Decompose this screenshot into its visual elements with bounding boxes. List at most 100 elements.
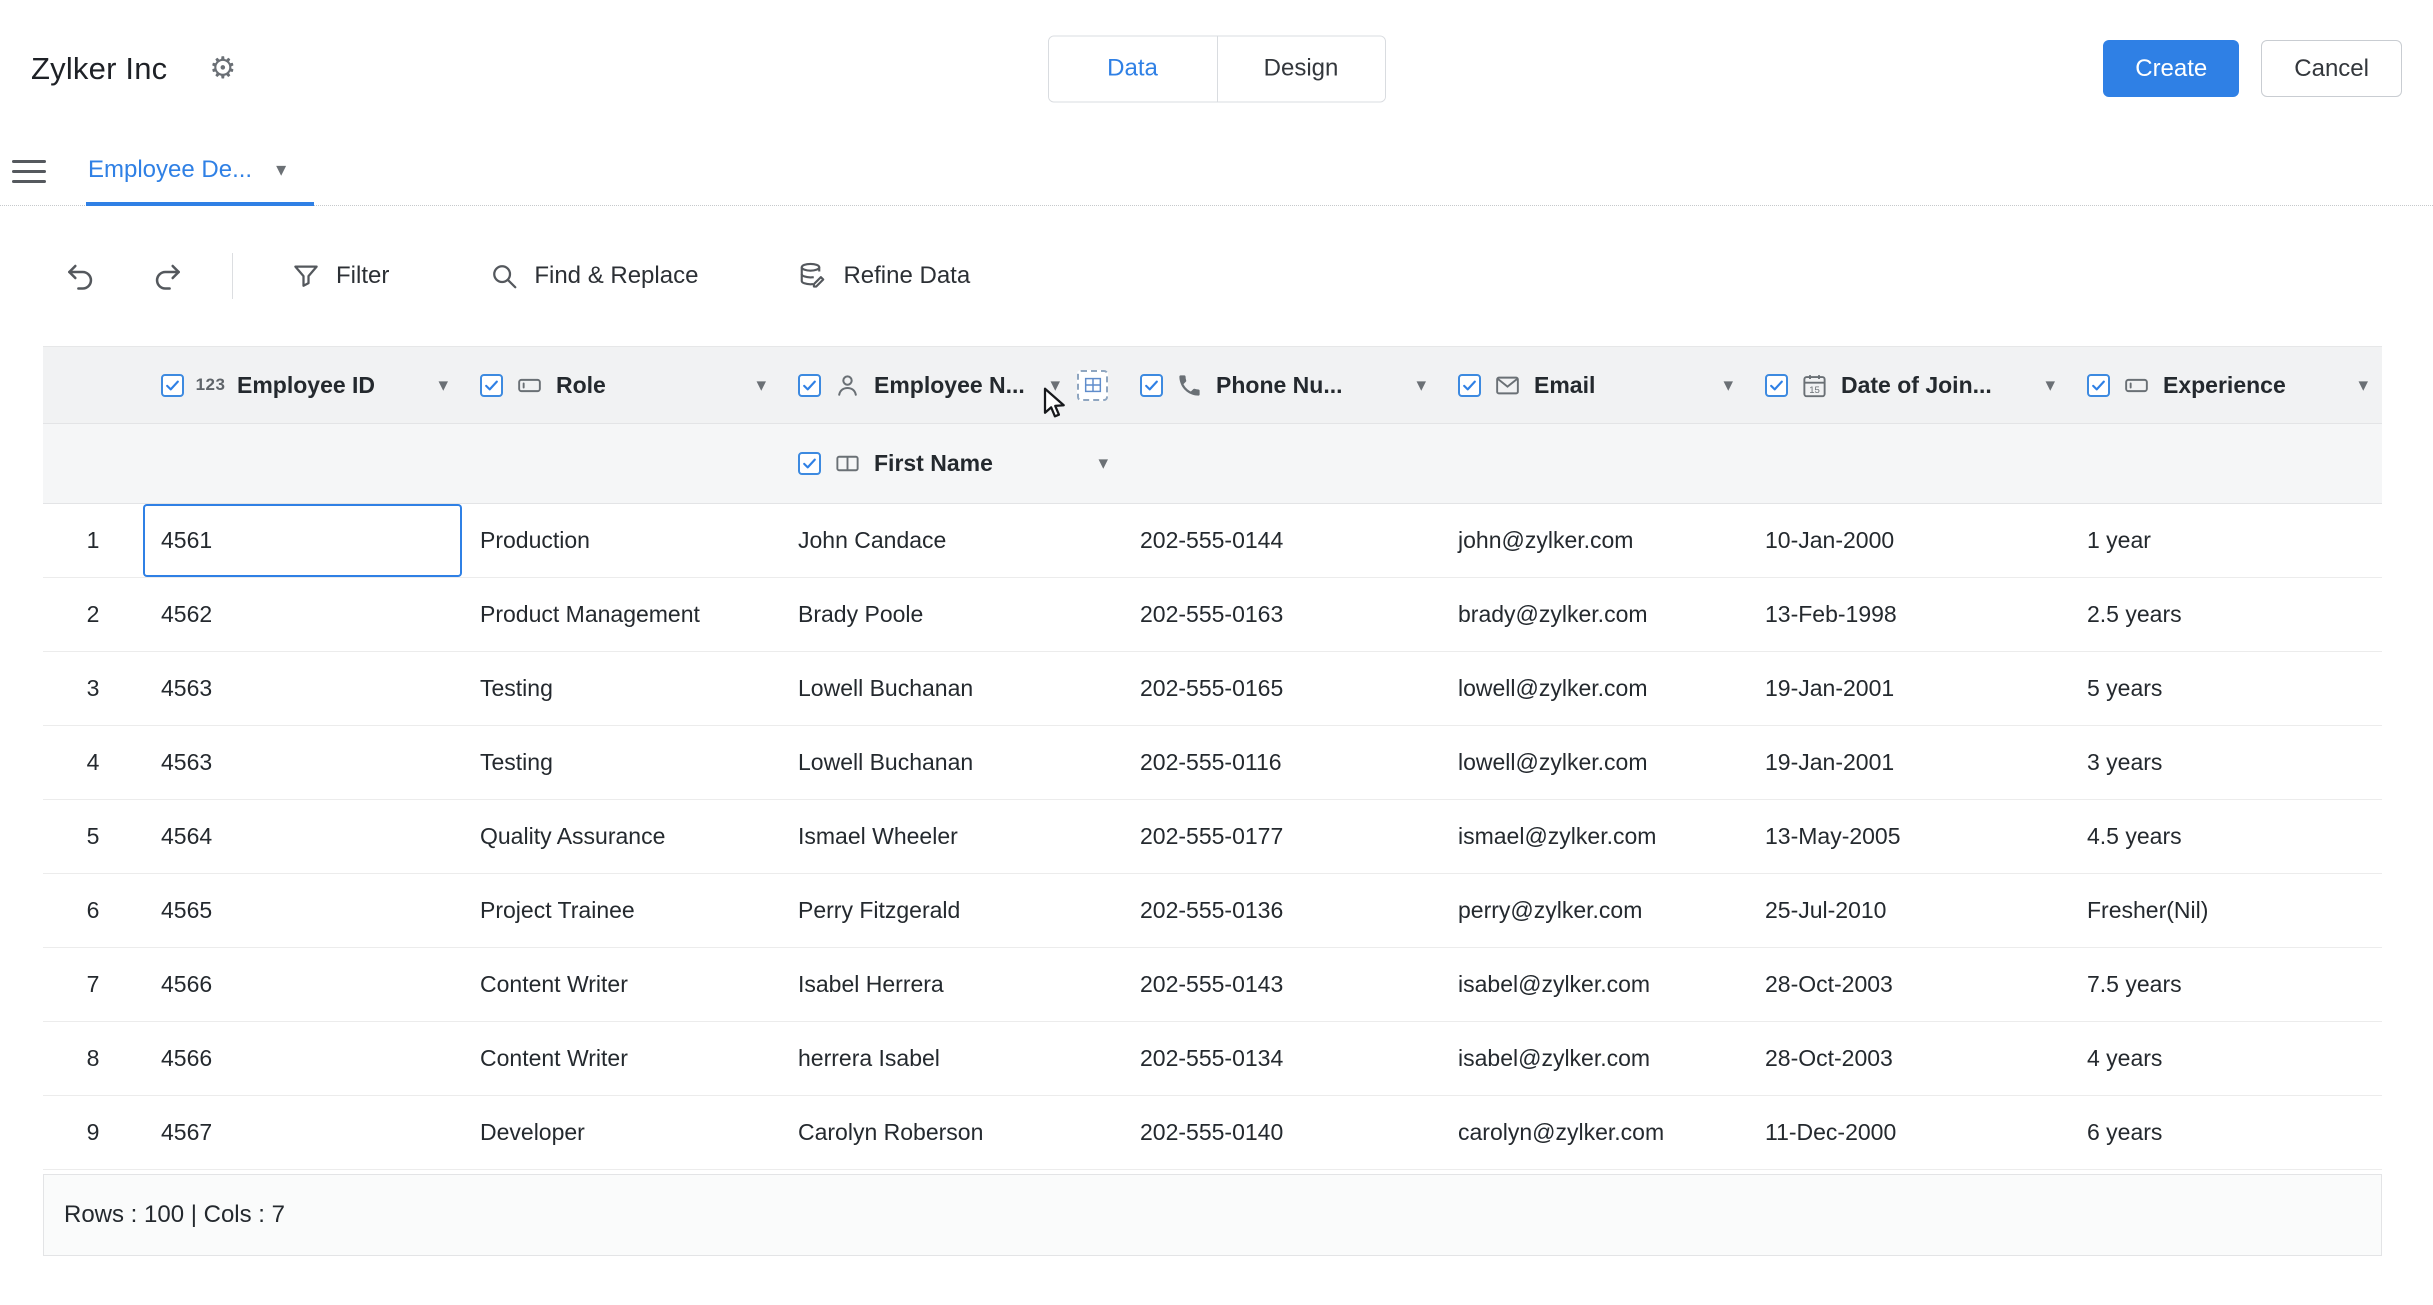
column-checkbox[interactable] — [480, 374, 503, 397]
row-number[interactable]: 7 — [43, 948, 143, 1021]
table-cell[interactable]: 4563 — [143, 726, 462, 799]
table-cell[interactable]: 202-555-0143 — [1122, 948, 1440, 1021]
table-cell[interactable]: Content Writer — [462, 1022, 780, 1095]
table-cell[interactable]: 19-Jan-2001 — [1747, 726, 2069, 799]
chevron-down-icon[interactable]: ▾ — [438, 374, 448, 397]
column-checkbox[interactable] — [1140, 374, 1163, 397]
cancel-button[interactable]: Cancel — [2261, 40, 2402, 97]
table-cell[interactable]: 10-Jan-2000 — [1747, 504, 2069, 577]
table-cell[interactable]: 4567 — [143, 1096, 462, 1169]
table-cell[interactable]: John Candace — [780, 504, 1122, 577]
table-cell[interactable]: brady@zylker.com — [1440, 578, 1747, 651]
table-cell[interactable]: Carolyn Roberson — [780, 1096, 1122, 1169]
selected-cell[interactable]: 4561 — [143, 504, 462, 577]
menu-icon[interactable] — [12, 160, 46, 183]
table-cell[interactable]: carolyn@zylker.com — [1440, 1096, 1747, 1169]
table-cell[interactable]: Perry Fitzgerald — [780, 874, 1122, 947]
row-number[interactable]: 8 — [43, 1022, 143, 1095]
column-checkbox[interactable] — [1458, 374, 1481, 397]
column-checkbox[interactable] — [798, 374, 821, 397]
table-cell[interactable]: 19-Jan-2001 — [1747, 652, 2069, 725]
table-cell[interactable]: 202-555-0177 — [1122, 800, 1440, 873]
undo-button[interactable] — [64, 258, 100, 294]
table-cell[interactable]: 4563 — [143, 652, 462, 725]
column-header-employee-id[interactable]: 123Employee ID▾ — [143, 347, 462, 423]
table-cell[interactable]: 3 years — [2069, 726, 2382, 799]
table-cell[interactable]: Product Management — [462, 578, 780, 651]
table-cell[interactable]: 1 year — [2069, 504, 2382, 577]
column-header-date-of-join[interactable]: 15Date of Join...▾ — [1747, 347, 2069, 423]
row-number[interactable]: 5 — [43, 800, 143, 873]
table-cell[interactable]: 202-555-0144 — [1122, 504, 1440, 577]
table-cell[interactable]: 4 years — [2069, 1022, 2382, 1095]
table-cell[interactable]: 13-May-2005 — [1747, 800, 2069, 873]
chevron-down-icon[interactable]: ▾ — [276, 157, 286, 182]
table-cell[interactable]: 202-555-0163 — [1122, 578, 1440, 651]
table-cell[interactable]: Fresher(Nil) — [2069, 874, 2382, 947]
column-header-experience[interactable]: Experience▾ — [2069, 347, 2382, 423]
gear-icon[interactable]: ⚙ — [209, 54, 236, 84]
find-replace-button[interactable]: Find & Replace — [489, 261, 698, 291]
table-cell[interactable]: Isabel Herrera — [780, 948, 1122, 1021]
table-cell[interactable]: 202-555-0140 — [1122, 1096, 1440, 1169]
sheet-tab-employee-details[interactable]: Employee De... ▾ — [86, 137, 314, 206]
table-cell[interactable]: 202-555-0116 — [1122, 726, 1440, 799]
table-cell[interactable]: 4566 — [143, 1022, 462, 1095]
chevron-down-icon[interactable]: ▾ — [1416, 374, 1426, 397]
chevron-down-icon[interactable]: ▾ — [1098, 452, 1108, 475]
table-cell[interactable]: 4562 — [143, 578, 462, 651]
table-cell[interactable]: john@zylker.com — [1440, 504, 1747, 577]
column-checkbox[interactable] — [161, 374, 184, 397]
table-cell[interactable]: ismael@zylker.com — [1440, 800, 1747, 873]
table-cell[interactable]: perry@zylker.com — [1440, 874, 1747, 947]
column-header-email[interactable]: Email▾ — [1440, 347, 1747, 423]
table-cell[interactable]: 2.5 years — [2069, 578, 2382, 651]
row-number[interactable]: 9 — [43, 1096, 143, 1169]
row-number[interactable]: 4 — [43, 726, 143, 799]
chevron-down-icon[interactable]: ▾ — [1050, 374, 1060, 397]
table-cell[interactable]: Developer — [462, 1096, 780, 1169]
split-column-button[interactable] — [1077, 370, 1108, 401]
chevron-down-icon[interactable]: ▾ — [2045, 374, 2055, 397]
table-cell[interactable]: herrera Isabel — [780, 1022, 1122, 1095]
create-button[interactable]: Create — [2103, 40, 2239, 97]
table-cell[interactable]: Testing — [462, 726, 780, 799]
table-cell[interactable]: Lowell Buchanan — [780, 726, 1122, 799]
column-checkbox[interactable] — [1765, 374, 1788, 397]
subcolumn-header-first-name[interactable]: First Name▾ — [780, 424, 1122, 503]
table-cell[interactable]: isabel@zylker.com — [1440, 1022, 1747, 1095]
refine-data-button[interactable]: Refine Data — [798, 261, 970, 291]
table-cell[interactable]: Lowell Buchanan — [780, 652, 1122, 725]
chevron-down-icon[interactable]: ▾ — [756, 374, 766, 397]
table-cell[interactable]: 202-555-0165 — [1122, 652, 1440, 725]
filter-button[interactable]: Filter — [291, 261, 389, 291]
table-cell[interactable]: Project Trainee — [462, 874, 780, 947]
table-cell[interactable]: Testing — [462, 652, 780, 725]
table-cell[interactable]: Production — [462, 504, 780, 577]
table-cell[interactable]: 4.5 years — [2069, 800, 2382, 873]
table-cell[interactable]: 28-Oct-2003 — [1747, 1022, 2069, 1095]
table-cell[interactable]: 13-Feb-1998 — [1747, 578, 2069, 651]
column-header-phone-nu[interactable]: Phone Nu...▾ — [1122, 347, 1440, 423]
table-cell[interactable]: 4564 — [143, 800, 462, 873]
tab-design[interactable]: Design — [1217, 36, 1385, 101]
table-cell[interactable]: 202-555-0134 — [1122, 1022, 1440, 1095]
table-cell[interactable]: isabel@zylker.com — [1440, 948, 1747, 1021]
table-cell[interactable]: lowell@zylker.com — [1440, 652, 1747, 725]
tab-data[interactable]: Data — [1049, 36, 1217, 101]
table-cell[interactable]: 4566 — [143, 948, 462, 1021]
table-cell[interactable]: 11-Dec-2000 — [1747, 1096, 2069, 1169]
table-cell[interactable]: Content Writer — [462, 948, 780, 1021]
row-number[interactable]: 3 — [43, 652, 143, 725]
redo-button[interactable] — [152, 258, 188, 294]
table-cell[interactable]: Ismael Wheeler — [780, 800, 1122, 873]
column-checkbox[interactable] — [2087, 374, 2110, 397]
row-number[interactable]: 2 — [43, 578, 143, 651]
table-cell[interactable]: 202-555-0136 — [1122, 874, 1440, 947]
column-header-employee-n[interactable]: Employee N...▾ — [780, 347, 1122, 423]
table-cell[interactable]: 28-Oct-2003 — [1747, 948, 2069, 1021]
table-cell[interactable]: 7.5 years — [2069, 948, 2382, 1021]
table-cell[interactable]: 25-Jul-2010 — [1747, 874, 2069, 947]
column-header-role[interactable]: Role▾ — [462, 347, 780, 423]
row-number[interactable]: 1 — [43, 504, 143, 577]
